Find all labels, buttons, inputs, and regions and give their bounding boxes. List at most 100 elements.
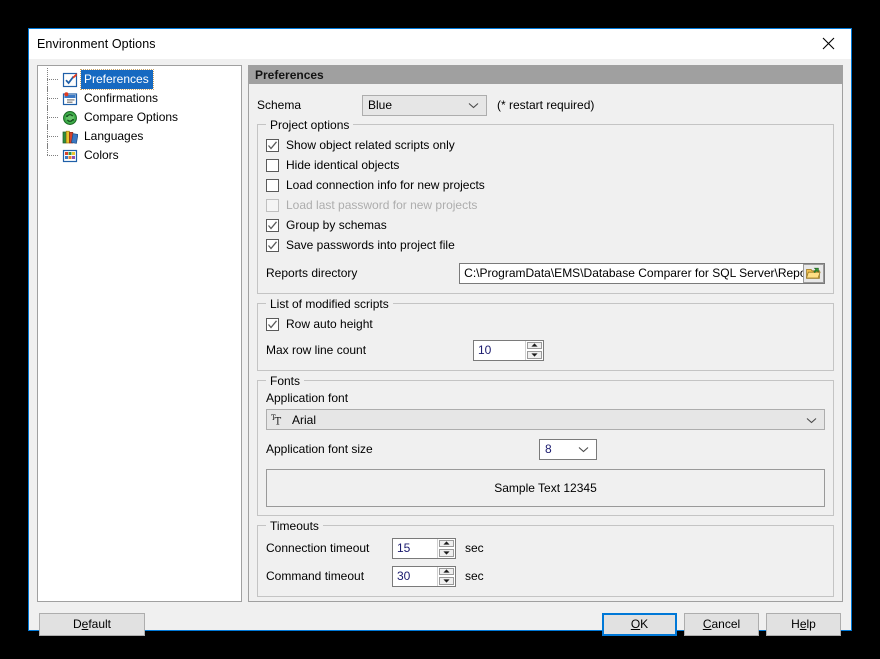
command-timeout-stepper[interactable]: 30 (392, 565, 456, 587)
tree-connector (44, 144, 62, 165)
stepper-up-button[interactable] (439, 539, 454, 547)
panel-header: Preferences (249, 65, 842, 84)
checkbox-hide-identical-objects[interactable]: Hide identical objects (266, 155, 825, 175)
checkbox-group-by-schemas[interactable]: Group by schemas (266, 215, 825, 235)
chevron-down-icon (578, 442, 589, 456)
languages-icon (62, 129, 79, 145)
max-row-line-count-value: 10 (478, 343, 492, 357)
stepper-buttons (437, 566, 455, 586)
reports-directory-input[interactable]: C:\ProgramData\EMS\Database Comparer for… (459, 262, 825, 284)
application-font-value: Arial (292, 412, 317, 427)
fonts-legend: Fonts (266, 374, 305, 388)
checkbox-row-auto-height[interactable]: Row auto height (266, 314, 825, 334)
connection-timeout-stepper[interactable]: 15 (392, 537, 456, 559)
truetype-font-icon: T T (271, 413, 285, 426)
project-options-legend: Project options (266, 118, 354, 132)
cancel-button[interactable]: Cancel (684, 612, 759, 636)
max-row-line-count-row: Max row line count 10 (266, 338, 825, 362)
title-bar: Environment Options (29, 29, 851, 59)
sidebar-item-preferences[interactable]: Preferences (38, 68, 241, 91)
chevron-down-icon (806, 413, 817, 427)
stepper-up-button[interactable] (527, 341, 542, 349)
stepper-buttons (437, 538, 455, 558)
default-button-label: Default (72, 617, 112, 631)
reports-directory-row: Reports directory C:\ProgramData\EMS\Dat… (266, 261, 825, 285)
stepper-down-button[interactable] (527, 351, 542, 359)
command-timeout-unit: sec (465, 569, 484, 583)
checkbox-label: Group by schemas (286, 218, 387, 232)
checkbox-box (266, 317, 279, 331)
compare-options-icon (62, 110, 78, 126)
checkbox-box (266, 178, 279, 192)
checkbox-box (266, 158, 279, 172)
checkbox-label: Save passwords into project file (286, 238, 455, 252)
schema-select[interactable]: Blue (362, 94, 487, 116)
preferences-panel: Preferences Schema Blue (* restart requi… (248, 65, 843, 602)
modified-scripts-group: List of modified scripts Row auto height… (257, 297, 834, 371)
panel-content: Schema Blue (* restart required) Project… (249, 84, 842, 601)
ok-button-label: OK (630, 617, 649, 631)
sidebar-item-compare-options[interactable]: Compare Options (38, 106, 241, 129)
connection-timeout-unit: sec (465, 541, 484, 555)
checkbox-box (266, 238, 279, 252)
font-sample-text: Sample Text 12345 (494, 481, 597, 495)
schema-label: Schema (257, 98, 302, 112)
default-button[interactable]: Default (39, 612, 145, 636)
application-font-label: Application font (266, 391, 349, 405)
ok-button[interactable]: OK (602, 612, 677, 636)
schema-value: Blue (368, 98, 393, 112)
application-font-size-select[interactable]: 8 (539, 438, 597, 460)
connection-timeout-row: Connection timeout 15 sec (266, 536, 825, 560)
footer-action-buttons: OK Cancel Help (602, 612, 841, 636)
close-icon (822, 37, 835, 50)
checkbox-load-connection-info-for-new-projects[interactable]: Load connection info for new projects (266, 175, 825, 195)
checkbox-save-passwords-into-project-file[interactable]: Save passwords into project file (266, 235, 825, 255)
application-font-size-value: 8 (545, 442, 552, 456)
cancel-button-label: Cancel (702, 617, 741, 631)
close-button[interactable] (806, 29, 851, 58)
chevron-down-icon (468, 98, 479, 112)
sidebar-item-colors[interactable]: Colors (38, 144, 241, 165)
caret-down-icon (443, 551, 450, 555)
dialog-footer: Default OK Cancel Help (29, 602, 851, 646)
stepper-down-button[interactable] (439, 577, 454, 585)
checkbox-box (266, 138, 279, 152)
checkbox-show-object-related-scripts-only[interactable]: Show object related scripts only (266, 135, 825, 155)
command-timeout-label: Command timeout (266, 569, 365, 583)
command-timeout-row: Command timeout 30 sec (266, 564, 825, 588)
application-font-select[interactable]: T T Arial (266, 409, 825, 430)
font-sample-preview: Sample Text 12345 (266, 469, 825, 507)
sidebar-item-languages[interactable]: Languages (38, 125, 241, 148)
open-folder-icon (806, 267, 821, 279)
options-tree[interactable]: Preferences Confirmations Compare Option… (37, 65, 242, 602)
svg-text:T: T (275, 417, 282, 427)
schema-row: Schema Blue (* restart required) (257, 94, 834, 116)
timeouts-group: Timeouts Connection timeout 15 sec Comma… (257, 519, 834, 597)
modified-scripts-legend: List of modified scripts (266, 297, 393, 311)
restart-note: (* restart required) (497, 98, 595, 112)
caret-up-icon (443, 569, 450, 573)
window-title: Environment Options (37, 37, 156, 51)
colors-icon (62, 148, 78, 164)
help-button-label: Help (791, 617, 816, 631)
checkbox-label: Load last password for new projects (286, 198, 478, 212)
browse-folder-button[interactable] (803, 263, 824, 283)
checkbox-box (266, 218, 279, 232)
caret-up-icon (531, 343, 538, 347)
sidebar-item-confirmations[interactable]: Confirmations (38, 87, 241, 110)
stepper-up-button[interactable] (439, 567, 454, 575)
dialog-body: Preferences Confirmations Compare Option… (29, 59, 851, 602)
sidebar-item-label: Preferences (80, 69, 154, 90)
stepper-buttons (525, 340, 543, 360)
connection-timeout-value: 15 (397, 541, 411, 555)
sidebar-item-label: Compare Options (84, 110, 179, 124)
timeouts-legend: Timeouts (266, 519, 323, 533)
help-button[interactable]: Help (766, 612, 841, 636)
sidebar-item-label: Languages (84, 129, 144, 143)
checkbox-label: Load connection info for new projects (286, 178, 485, 192)
caret-up-icon (443, 541, 450, 545)
max-row-line-count-stepper[interactable]: 10 (473, 339, 544, 361)
stepper-down-button[interactable] (439, 549, 454, 557)
checkbox-box (266, 198, 279, 212)
sidebar-item-label: Confirmations (84, 91, 159, 105)
